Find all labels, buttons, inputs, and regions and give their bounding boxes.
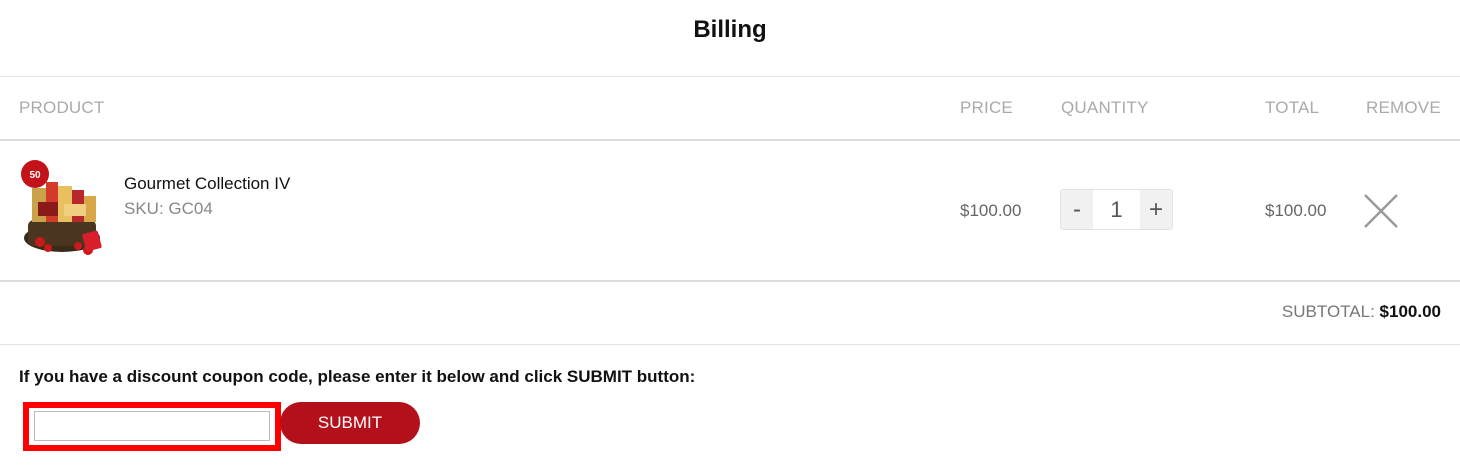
discount-badge: 50 <box>29 170 41 181</box>
decrease-quantity-button[interactable]: - <box>1061 190 1093 229</box>
product-image[interactable]: 50 <box>18 158 106 260</box>
divider <box>0 344 1460 345</box>
quantity-value[interactable]: 1 <box>1093 190 1140 229</box>
header-remove: REMOVE <box>1366 98 1441 117</box>
product-name[interactable]: Gourmet Collection IV <box>124 174 290 194</box>
increase-quantity-button[interactable]: + <box>1140 190 1172 229</box>
divider <box>0 139 1460 141</box>
header-product: PRODUCT <box>19 98 105 117</box>
quantity-stepper: - 1 + <box>1060 189 1173 230</box>
coupon-prompt: If you have a discount coupon code, plea… <box>19 367 696 386</box>
close-icon[interactable] <box>1362 192 1400 230</box>
item-price: $100.00 <box>960 201 1022 220</box>
page-title: Billing <box>693 16 767 43</box>
divider <box>0 76 1460 77</box>
header-quantity: QUANTITY <box>1061 98 1149 117</box>
subtotal-label: SUBTOTAL: <box>1281 302 1375 321</box>
subtotal-value: $100.00 <box>1379 302 1441 321</box>
coupon-code-input[interactable] <box>34 411 270 441</box>
submit-button[interactable]: SUBMIT <box>280 402 420 444</box>
divider <box>0 280 1460 282</box>
header-total: TOTAL <box>1265 98 1320 117</box>
coupon-field-highlight <box>23 402 281 451</box>
subtotal: SUBTOTAL: $100.00 <box>1282 302 1441 322</box>
product-sku: SKU: GC04 <box>124 199 213 218</box>
header-price: PRICE <box>960 98 1013 117</box>
item-total: $100.00 <box>1265 201 1327 220</box>
